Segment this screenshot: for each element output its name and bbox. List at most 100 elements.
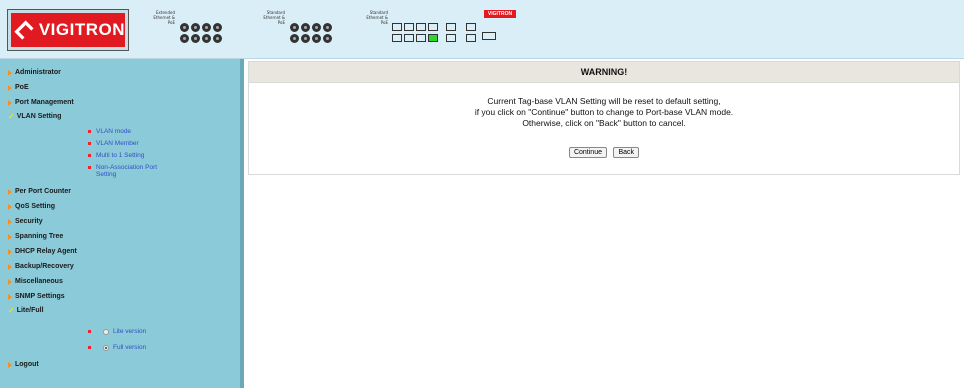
port-icon <box>323 34 332 43</box>
warning-line-2: if you click on "Continue" button to cha… <box>474 107 734 117</box>
sub-item-vlan-member[interactable]: VLAN Member <box>88 140 176 147</box>
sidebar-item-administrator[interactable]: Administrator <box>8 69 61 76</box>
logo-text: VIGITRON <box>38 20 125 39</box>
sidebar-item-miscellaneous[interactable]: Miscellaneous <box>8 278 63 285</box>
arrow-right-icon <box>8 361 12 368</box>
sidebar-item-label: Logout <box>15 361 39 368</box>
warning-line-3: Otherwise, click on "Back" button to can… <box>522 118 686 128</box>
port-icon <box>180 34 189 43</box>
arrow-right-icon <box>8 233 12 240</box>
brand-mini-logo: VIGITRON <box>484 10 516 18</box>
sidebar-item-label: DHCP Relay Agent <box>15 248 77 255</box>
sidebar-item-backup-recovery[interactable]: Backup/Recovery <box>8 263 74 270</box>
sidebar-item-label: Administrator <box>15 69 61 76</box>
warning-title: WARNING! <box>249 62 959 83</box>
sidebar-item-spanning-tree[interactable]: Spanning Tree <box>8 233 63 240</box>
sub-item-label: Non-Association Port Setting <box>96 164 158 178</box>
sidebar-item-label: Security <box>15 218 43 225</box>
warning-box: WARNING! Current Tag-base VLAN Setting w… <box>248 61 960 175</box>
sfp-port-icon <box>404 34 414 42</box>
sidebar-item-logout[interactable]: Logout <box>8 361 39 368</box>
sfp-port-icon <box>392 23 402 31</box>
sidebar-item-qos-setting[interactable]: QoS Setting <box>8 203 55 210</box>
lite-version-option[interactable]: Lite version <box>88 328 146 335</box>
full-version-radio[interactable] <box>103 344 109 351</box>
sidebar-item-lite-full[interactable]: ✓ Lite/Full <box>8 306 44 315</box>
port-icon <box>202 23 211 32</box>
arrow-right-icon <box>8 263 12 270</box>
arrow-right-icon <box>8 278 12 285</box>
full-version-option[interactable]: Full version <box>88 344 146 351</box>
sub-item-multi-to-1[interactable]: Multi to 1 Setting <box>88 152 176 159</box>
sidebar-item-poe[interactable]: PoE <box>8 84 29 91</box>
port-icon <box>213 23 222 32</box>
sidebar-item-label: Per Port Counter <box>15 188 72 195</box>
bullet-icon <box>88 166 91 169</box>
sub-item-label: VLAN Member <box>96 140 139 147</box>
port-icon <box>290 23 299 32</box>
port-icon <box>180 23 189 32</box>
port-panel-standard-1: Standard Ethernet & PoE <box>255 10 335 48</box>
back-button[interactable]: Back <box>613 147 640 158</box>
sidebar-item-label: Lite/Full <box>16 307 44 314</box>
sub-item-non-association-port[interactable]: Non-Association Port Setting <box>88 164 176 178</box>
arrow-right-icon <box>8 248 12 255</box>
port-icon <box>191 23 200 32</box>
arrow-right-icon <box>8 218 12 225</box>
sidebar-item-label: Backup/Recovery <box>15 263 74 270</box>
panel-label: Standard Ethernet & PoE <box>263 10 285 25</box>
warning-line-1: Current Tag-base VLAN Setting will be re… <box>487 96 721 106</box>
port-icon <box>301 34 310 43</box>
arrow-right-icon <box>8 99 12 106</box>
sfp-port-icon <box>466 23 476 31</box>
panel-label: Extended Ethernet & PoE <box>153 10 175 25</box>
port-icon <box>202 34 211 43</box>
sidebar-item-per-port-counter[interactable]: Per Port Counter <box>8 188 71 195</box>
port-icon <box>312 34 321 43</box>
sub-item-label: VLAN mode <box>96 128 132 135</box>
warning-message: Current Tag-base VLAN Setting will be re… <box>249 96 959 129</box>
diamond-logo-icon <box>14 20 34 40</box>
arrow-right-icon <box>8 188 12 195</box>
button-row: Continue Back <box>249 141 959 159</box>
sfp-port-icon <box>446 23 456 31</box>
radio-label: Full version <box>113 344 147 351</box>
check-icon: ✓ <box>8 306 15 315</box>
main-content: WARNING! Current Tag-base VLAN Setting w… <box>246 59 964 388</box>
sidebar-item-label: QoS Setting <box>15 203 56 210</box>
sfp-port-icon <box>466 34 476 42</box>
sidebar-item-security[interactable]: Security <box>8 218 43 225</box>
check-icon: ✓ <box>8 112 15 121</box>
lite-version-radio[interactable] <box>103 328 109 335</box>
port-icon <box>191 34 200 43</box>
vigitron-logo: VIGITRON <box>7 9 129 51</box>
sidebar-item-label: PoE <box>15 84 29 91</box>
port-icon <box>301 23 310 32</box>
sidebar-item-dhcp-relay-agent[interactable]: DHCP Relay Agent <box>8 248 77 255</box>
sub-item-label: Multi to 1 Setting <box>96 152 145 159</box>
sfp-port-icon <box>392 34 402 42</box>
port-icon <box>213 34 222 43</box>
sidebar-item-snmp-settings[interactable]: SNMP Settings <box>8 293 65 300</box>
sidebar: Administrator PoE Port Management ✓ VLAN … <box>0 59 244 388</box>
continue-button[interactable]: Continue <box>568 147 607 158</box>
radio-label: Lite version <box>113 328 147 335</box>
bullet-icon <box>88 154 91 157</box>
port-icon <box>290 34 299 43</box>
console-port-icon <box>482 32 496 40</box>
sub-item-vlan-mode[interactable]: VLAN mode <box>88 128 176 135</box>
bullet-icon <box>88 330 91 333</box>
sidebar-item-label: SNMP Settings <box>15 293 65 300</box>
sfp-port-icon <box>404 23 414 31</box>
sidebar-item-vlan-setting[interactable]: ✓ VLAN Setting <box>8 112 62 121</box>
sfp-port-icon <box>446 34 456 42</box>
port-icon <box>312 23 321 32</box>
sidebar-item-label: VLAN Setting <box>16 113 62 120</box>
bullet-icon <box>88 346 91 349</box>
arrow-right-icon <box>8 84 12 91</box>
header: VIGITRON Extended Ethernet & PoE Standar… <box>0 0 964 59</box>
sfp-port-active-icon <box>428 34 438 42</box>
sidebar-item-port-management[interactable]: Port Management <box>8 99 74 106</box>
bullet-icon <box>88 142 91 145</box>
port-panel-extended: Extended Ethernet & PoE <box>145 10 225 48</box>
